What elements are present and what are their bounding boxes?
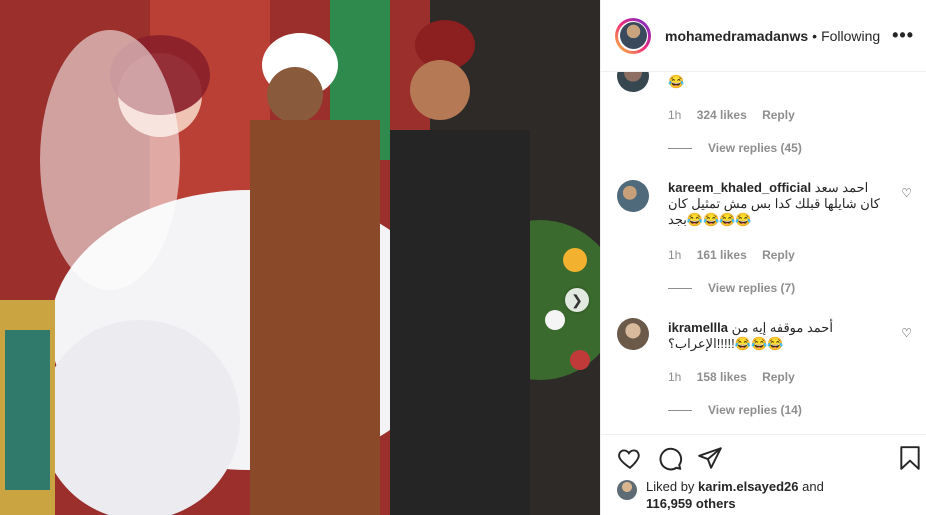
liked-by-prefix: Liked by: [646, 479, 695, 494]
view-replies-label: View replies (14): [708, 403, 802, 417]
comment-meta: 1h 158 likes Reply: [668, 370, 807, 384]
post-header: mohamedramadanws • Following •••: [601, 0, 926, 72]
divider-line: [668, 147, 692, 149]
view-replies-label: View replies (45): [708, 141, 802, 155]
chevron-right-icon: ❯: [571, 291, 583, 308]
liker-username[interactable]: karim.elsayed26: [698, 479, 798, 494]
like-comment-icon[interactable]: ♡: [901, 72, 912, 74]
separator-dot: •: [812, 27, 818, 44]
comment-avatar[interactable]: [617, 72, 649, 92]
like-comment-icon[interactable]: ♡: [901, 186, 912, 200]
heart-icon[interactable]: [617, 445, 643, 471]
comment-meta: 1h 324 likes Reply: [668, 108, 807, 122]
view-replies-button[interactable]: View replies (45): [668, 141, 802, 155]
reply-button[interactable]: Reply: [762, 108, 795, 122]
post-side-panel: mohamedramadanws • Following ••• 😂 ♡ 1h …: [600, 0, 926, 515]
comment-item: 😂 ♡ 1h 324 likes Reply View replies (45): [617, 72, 912, 155]
author-avatar[interactable]: [615, 17, 651, 54]
post-photo[interactable]: ❯: [0, 0, 600, 515]
comment-text: 😂: [668, 74, 685, 89]
comment-item: kareem_khaled_official احمد سعد كان شايل…: [617, 180, 912, 295]
avatar-image: [619, 22, 647, 49]
comment-avatar[interactable]: [617, 318, 649, 350]
comment-time: 1h: [668, 248, 682, 262]
more-options-icon[interactable]: •••: [892, 25, 914, 46]
comment-meta: 1h 161 likes Reply: [668, 248, 807, 262]
comment-likes[interactable]: 161 likes: [697, 248, 747, 262]
share-icon[interactable]: [697, 445, 723, 471]
reply-button[interactable]: Reply: [762, 370, 795, 384]
divider-line: [668, 409, 692, 411]
comment-avatar[interactable]: [617, 180, 649, 212]
view-replies-button[interactable]: View replies (7): [668, 281, 795, 295]
like-comment-icon[interactable]: ♡: [901, 326, 912, 340]
comment-item: ikramellla أحمد موقفه إيه من الإعراب؟!!!…: [617, 318, 912, 418]
liker-avatar[interactable]: [617, 480, 637, 500]
likes-count[interactable]: 116,959 others: [646, 496, 736, 511]
action-bar: [601, 434, 926, 479]
view-replies-button[interactable]: View replies (14): [668, 403, 802, 417]
comment-icon[interactable]: [657, 445, 683, 471]
comment-username[interactable]: kareem_khaled_official: [668, 180, 811, 195]
comment-time: 1h: [668, 108, 682, 122]
comments-list[interactable]: 😂 ♡ 1h 324 likes Reply View replies (45)…: [601, 72, 926, 434]
following-button[interactable]: Following: [821, 28, 880, 44]
next-photo-button[interactable]: ❯: [565, 288, 589, 312]
comment-username[interactable]: ikramellla: [668, 320, 728, 335]
comment-likes[interactable]: 324 likes: [697, 108, 747, 122]
reply-button[interactable]: Reply: [762, 248, 795, 262]
author-username[interactable]: mohamedramadanws: [665, 28, 808, 44]
divider-line: [668, 287, 692, 289]
liked-by-and: and: [802, 479, 824, 494]
photo-illustration: [0, 0, 600, 515]
comment-time: 1h: [668, 370, 682, 384]
bookmark-icon[interactable]: [897, 445, 923, 471]
comment-likes[interactable]: 158 likes: [697, 370, 747, 384]
view-replies-label: View replies (7): [708, 281, 796, 295]
